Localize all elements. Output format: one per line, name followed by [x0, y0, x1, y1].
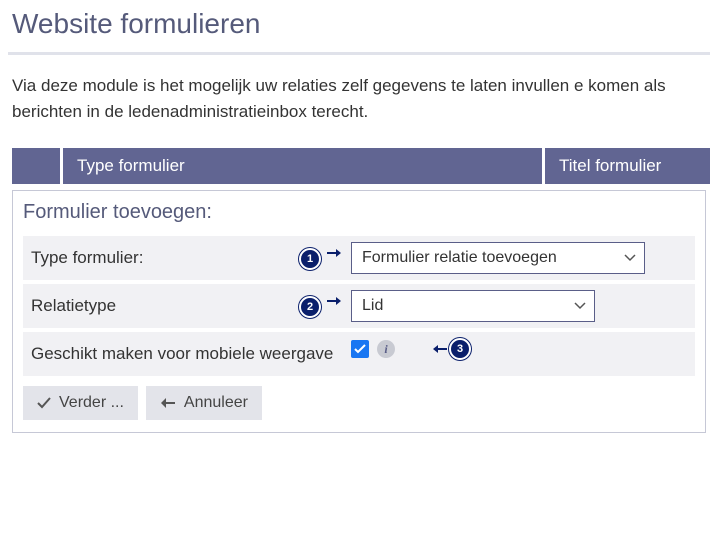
form-row-mobile: Geschikt maken voor mobiele weergave i 3 — [23, 332, 695, 376]
callout-2: 2 — [299, 296, 321, 318]
label-text: Relatietype — [31, 296, 293, 316]
page-title: Website formulieren — [8, 8, 710, 40]
label-text: Type formulier: — [31, 248, 293, 268]
checkbox-mobile[interactable] — [351, 340, 369, 358]
label-relatietype: Relatietype 2 — [31, 290, 341, 318]
next-button[interactable]: Verder ... — [23, 386, 138, 420]
select-value: Lid — [362, 297, 383, 314]
form-heading: Formulier toevoegen: — [23, 201, 695, 224]
tab-type-formulier[interactable]: Type formulier — [63, 148, 542, 184]
label-mobile: Geschikt maken voor mobiele weergave — [31, 338, 341, 364]
label-text: Geschikt maken voor mobiele weergave — [31, 344, 341, 364]
intro-text: Via deze module is het mogelijk uw relat… — [8, 73, 710, 124]
arrow-right-icon — [327, 296, 341, 306]
arrow-left-icon — [433, 344, 447, 354]
form-container: Formulier toevoegen: Type formulier: 1 F… — [12, 190, 706, 433]
tab-spacer[interactable] — [12, 148, 60, 184]
callout-3: 3 — [449, 338, 471, 360]
select-value: Formulier relatie toevoegen — [362, 249, 557, 266]
title-separator — [8, 52, 710, 55]
check-icon — [37, 397, 51, 409]
tab-titel-formulier[interactable]: Titel formulier — [545, 148, 710, 184]
chevron-down-icon — [574, 302, 586, 310]
info-icon[interactable]: i — [377, 340, 395, 358]
label-type-formulier: Type formulier: 1 — [31, 242, 341, 270]
cancel-button[interactable]: Annuleer — [146, 386, 262, 420]
select-type-formulier[interactable]: Formulier relatie toevoegen — [351, 242, 645, 274]
button-label: Annuleer — [184, 394, 248, 412]
form-row-type: Type formulier: 1 Formulier relatie toev… — [23, 236, 695, 280]
form-row-relatietype: Relatietype 2 Lid — [23, 284, 695, 328]
callout-1: 1 — [299, 248, 321, 270]
chevron-down-icon — [624, 254, 636, 262]
arrow-right-icon — [327, 248, 341, 258]
check-icon — [354, 344, 366, 354]
button-label: Verder ... — [59, 394, 124, 412]
arrow-left-icon — [160, 397, 176, 409]
button-row: Verder ... Annuleer — [23, 386, 695, 420]
table-header-tabs: Type formulier Titel formulier — [8, 148, 710, 184]
select-relatietype[interactable]: Lid — [351, 290, 595, 322]
